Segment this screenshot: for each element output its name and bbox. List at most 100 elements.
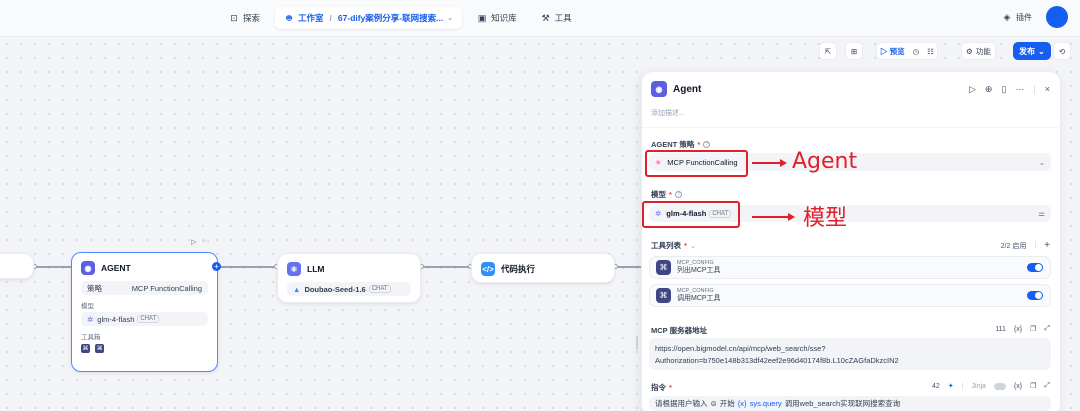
start-node-icon: ⊜ <box>710 399 717 408</box>
description-input[interactable]: 添加描述... <box>651 108 685 118</box>
tools-section-label: 工具列表 * ⌄ <box>651 240 696 251</box>
more-icon[interactable]: ··· <box>1015 84 1024 95</box>
edge-agent-llm <box>217 266 277 268</box>
close-icon[interactable]: × <box>1045 84 1050 95</box>
divider: | <box>1034 242 1037 249</box>
nav-tools-label: 工具 <box>554 13 572 23</box>
add-node-button[interactable]: + <box>212 262 221 271</box>
expand-icon[interactable]: ⤢ <box>1044 382 1050 390</box>
model-value: glm-4-flash <box>97 314 135 324</box>
instruction-suffix: 调用web_search实现联网搜索查询 <box>784 399 901 408</box>
avatar[interactable] <box>1046 6 1068 28</box>
divider <box>642 127 1062 128</box>
nav-explore[interactable]: ⊡ 探索 <box>220 7 269 29</box>
cube-icon: ◈ <box>1003 12 1011 22</box>
chevron-down-icon[interactable]: ⌄ <box>447 14 453 22</box>
preview-label: 预览 <box>889 46 905 56</box>
publish-button[interactable]: 发布 ⌄ <box>1013 42 1051 60</box>
panel-header: ◉ Agent <box>651 81 701 97</box>
nav-studio[interactable]: 🤖︎ 工作室 / 67-dify案例分享-联网搜索... ⌄ <box>275 7 463 29</box>
more-icon[interactable]: ··· <box>202 238 209 246</box>
mcp-tool-icon: ⌘ <box>81 344 90 353</box>
features-group: ⚙ 功能 <box>961 42 996 60</box>
features-button[interactable]: ⚙ 功能 <box>961 42 996 60</box>
features-icon: ⚙ <box>966 46 973 56</box>
env-button[interactable]: ⇱ <box>819 42 837 60</box>
jinja-toggle[interactable] <box>993 382 1006 390</box>
instruction-prefix: 请根据用户输入 <box>655 399 708 408</box>
tool-name: 调用MCP工具 <box>677 294 721 302</box>
sparkle-icon[interactable]: ✦ <box>948 382 954 390</box>
llm-node[interactable]: ⚛ LLM ▲ Doubao-Seed-1.6 CHAT <box>277 253 421 303</box>
model-label: 模型 <box>651 190 666 199</box>
copy-icon[interactable]: ❐ <box>1030 325 1036 333</box>
tool-toggle[interactable] <box>1027 263 1043 272</box>
mcp-url-line: https://open.bigmodel.cn/api/mcp/web_sea… <box>655 343 826 353</box>
instruction-input[interactable]: 请根据用户输入 ⊜ 开始 {x} sys.query 调用web_search实… <box>649 396 1051 411</box>
copy-icon[interactable]: ❐ <box>1030 382 1036 390</box>
variable-icon: {x} <box>737 399 747 408</box>
agent-model-row: ✲ glm-4-flash CHAT <box>81 312 208 326</box>
tool-text: MCP_CONFIG 调用MCP工具 <box>677 288 721 302</box>
nav-divider: / <box>329 13 332 23</box>
agent-node[interactable]: ◉ AGENT 策略 MCP FunctionCalling 模型 ✲ glm-… <box>71 252 218 372</box>
mcp-meta: 111 {x} ❐ ⤢ <box>995 325 1050 333</box>
checklist-icon[interactable]: ☷ <box>927 47 934 56</box>
code-node[interactable]: </> 代码执行 <box>471 253 615 283</box>
restore-button[interactable]: ⟲ <box>1053 42 1071 60</box>
mcp-url-input[interactable]: https://open.bigmodel.cn/api/mcp/web_sea… <box>649 338 1051 370</box>
panel-actions: ▷ ⊕ ▯ ··· | × <box>969 84 1050 95</box>
book-icon: ▣ <box>477 12 487 23</box>
mcp-tool-icon: ⌘ <box>656 288 671 303</box>
tool-name: 列出MCP工具 <box>677 266 721 274</box>
mcp-tool-icon: ⌘ <box>95 344 105 353</box>
tool-item[interactable]: ⌘ MCP_CONFIG 调用MCP工具 <box>649 284 1051 307</box>
help-icon[interactable]: ? <box>703 141 711 148</box>
required-mark: * <box>669 190 672 199</box>
preview-button[interactable]: ▷ 预览 <box>880 46 905 57</box>
settings-icon[interactable]: ⚌ <box>1038 209 1045 218</box>
panel-resize-handle[interactable] <box>636 336 638 350</box>
instruction-section-label: 指令 * <box>651 382 672 393</box>
run-node-icon[interactable]: ▷ <box>191 238 196 246</box>
variables-button[interactable]: ⊞ <box>845 42 863 60</box>
agent-node-title: AGENT <box>101 263 131 273</box>
mcp-url-line: Authorization=b750e148b313df42eef2e96d40… <box>655 355 899 365</box>
features-label: 功能 <box>975 46 991 56</box>
char-count: 111 <box>995 325 1006 333</box>
top-bar: ⊡ 探索 🤖︎ 工作室 / 67-dify案例分享-联网搜索... ⌄ ▣ 知识… <box>0 0 1080 36</box>
history-icon[interactable]: ◷ <box>913 47 920 56</box>
divider: | <box>961 382 964 390</box>
run-icon[interactable]: ▷ <box>969 84 976 95</box>
tools-label: 工具箱 <box>81 334 101 341</box>
annotation-label-model: 模型 <box>803 206 848 231</box>
divider: | <box>1033 84 1036 94</box>
tools-label: 工具列表 <box>651 241 681 250</box>
start-node[interactable] <box>0 253 34 279</box>
tool-item[interactable]: ⌘ MCP_CONFIG 列出MCP工具 <box>649 256 1051 279</box>
chevron-down-icon[interactable]: ⌄ <box>690 241 696 250</box>
plugins-button[interactable]: ◈ 插件 <box>1002 12 1032 23</box>
required-mark: * <box>684 241 687 250</box>
app-name-breadcrumb[interactable]: 67-dify案例分享-联网搜索... <box>338 12 443 24</box>
agent-strategy-row: 策略 MCP FunctionCalling <box>81 281 208 295</box>
expand-icon[interactable]: ⤢ <box>1044 325 1050 333</box>
nav-tools[interactable]: ⚒︎ 工具 <box>532 7 581 29</box>
book-icon[interactable]: ▯ <box>1001 84 1006 95</box>
help-icon[interactable]: ⊕ <box>985 84 993 95</box>
add-tool-button[interactable]: + <box>1044 240 1050 251</box>
variables-icon: ⊞ <box>850 46 858 56</box>
jinja-label: Jinja <box>971 382 986 390</box>
help-icon[interactable]: ? <box>674 191 682 198</box>
chat-tag: CHAT <box>368 285 391 293</box>
nav-knowledge[interactable]: ▣ 知识库 <box>468 7 526 29</box>
variable-icon[interactable]: {x} <box>1014 326 1022 333</box>
code-icon: </> <box>481 262 495 276</box>
model-section-label: 模型 * ? <box>651 189 682 200</box>
robot-icon: 🤖︎ <box>286 12 292 23</box>
variable-icon[interactable]: {x} <box>1014 383 1022 390</box>
chevron-down-icon: ⌄ <box>1038 46 1045 56</box>
panel-title[interactable]: Agent <box>673 84 701 95</box>
publish-group: 发布 ⌄ <box>1013 42 1051 60</box>
tool-toggle[interactable] <box>1027 291 1043 300</box>
